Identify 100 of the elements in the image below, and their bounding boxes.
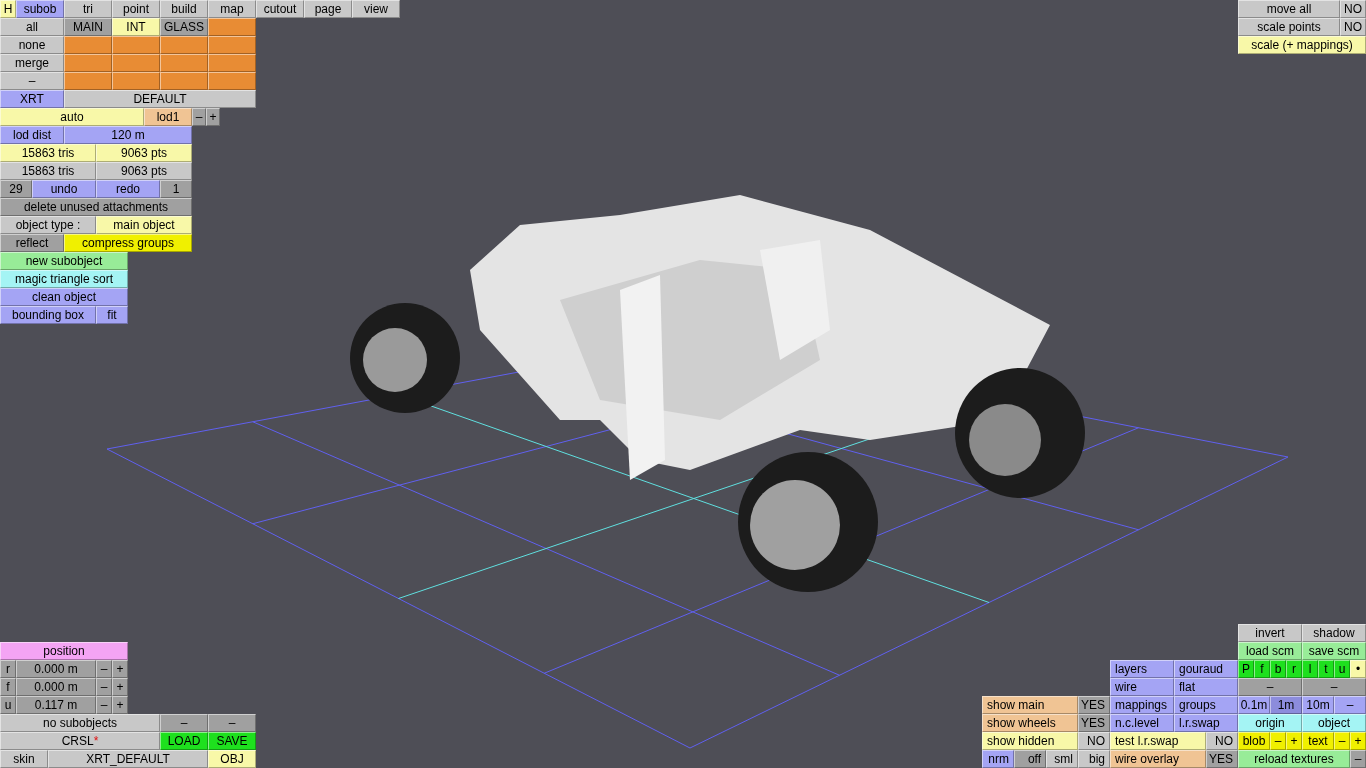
panel-button[interactable]: skin	[0, 750, 48, 768]
panel-button[interactable]: mappings	[1110, 696, 1174, 714]
panel-button[interactable]: 0.1m	[1238, 696, 1270, 714]
panel-button[interactable]: –	[160, 714, 208, 732]
group-slot[interactable]	[112, 36, 160, 54]
panel-button[interactable]: show wheels	[982, 714, 1078, 732]
panel-button[interactable]: shadow	[1302, 624, 1366, 642]
panel-button[interactable]: l.r.swap	[1174, 714, 1238, 732]
panel-button[interactable]: –	[1270, 732, 1286, 750]
panel-button[interactable]: +	[1350, 732, 1366, 750]
panel-button[interactable]: LOAD	[160, 732, 208, 750]
panel-button[interactable]: main object	[96, 216, 192, 234]
panel-button[interactable]: big	[1078, 750, 1110, 768]
panel-button[interactable]: NO	[1340, 18, 1366, 36]
panel-button[interactable]: OBJ	[208, 750, 256, 768]
panel-button[interactable]: GLASS	[160, 18, 208, 36]
group-slot[interactable]	[64, 72, 112, 90]
panel-button[interactable]: invert	[1238, 624, 1302, 642]
panel-button[interactable]: sml	[1046, 750, 1078, 768]
panel-button[interactable]: XRT	[0, 90, 64, 108]
panel-button[interactable]: –	[96, 660, 112, 678]
group-slot[interactable]	[112, 54, 160, 72]
panel-button[interactable]: all	[0, 18, 64, 36]
group-slot[interactable]	[160, 36, 208, 54]
panel-button[interactable]: –	[1334, 732, 1350, 750]
panel-button[interactable]: 29	[0, 180, 32, 198]
panel-button[interactable]: –	[1302, 678, 1366, 696]
panel-button[interactable]: CRSL*	[0, 732, 160, 750]
panel-button[interactable]: r	[0, 660, 16, 678]
panel-button[interactable]: off	[1014, 750, 1046, 768]
panel-button[interactable]: reflect	[0, 234, 64, 252]
panel-button[interactable]: groups	[1174, 696, 1238, 714]
panel-button[interactable]: redo	[96, 180, 160, 198]
panel-button[interactable]: clean object	[0, 288, 128, 306]
panel-button[interactable]: origin	[1238, 714, 1302, 732]
panel-button[interactable]: YES	[1078, 714, 1110, 732]
panel-button[interactable]: SAVE	[208, 732, 256, 750]
panel-button[interactable]: XRT_DEFAULT	[48, 750, 208, 768]
panel-button[interactable]: scale (+ mappings)	[1238, 36, 1366, 54]
group-slot[interactable]	[64, 36, 112, 54]
panel-button[interactable]: nrm	[982, 750, 1014, 768]
panel-button[interactable]: compress groups	[64, 234, 192, 252]
panel-button[interactable]: point	[112, 0, 160, 18]
panel-button[interactable]: show main	[982, 696, 1078, 714]
panel-button[interactable]: NO	[1078, 732, 1110, 750]
panel-button[interactable]: lod1	[144, 108, 192, 126]
panel-button[interactable]: f	[0, 678, 16, 696]
panel-button[interactable]: –	[208, 714, 256, 732]
panel-button[interactable]: +	[112, 696, 128, 714]
panel-button[interactable]: –	[1350, 750, 1366, 768]
panel-button[interactable]: t	[1318, 660, 1334, 678]
panel-button[interactable]: 1	[160, 180, 192, 198]
group-slot[interactable]	[160, 72, 208, 90]
panel-button[interactable]: YES	[1206, 750, 1238, 768]
panel-button[interactable]: fit	[96, 306, 128, 324]
panel-button[interactable]: no subobjects	[0, 714, 160, 732]
panel-button[interactable]: reload textures	[1238, 750, 1350, 768]
panel-button[interactable]: –	[1238, 678, 1302, 696]
panel-button[interactable]: cutout	[256, 0, 304, 18]
panel-button[interactable]: +	[206, 108, 220, 126]
panel-button[interactable]: new subobject	[0, 252, 128, 270]
panel-button[interactable]: test l.r.swap	[1110, 732, 1206, 750]
panel-button[interactable]: object type :	[0, 216, 96, 234]
panel-button[interactable]: 120 m	[64, 126, 192, 144]
panel-button[interactable]: r	[1286, 660, 1302, 678]
panel-button[interactable]: –	[96, 696, 112, 714]
panel-button[interactable]: YES	[1078, 696, 1110, 714]
panel-button[interactable]: gouraud	[1174, 660, 1238, 678]
panel-button[interactable]: n.c.level	[1110, 714, 1174, 732]
group-slot[interactable]	[208, 36, 256, 54]
group-slot[interactable]	[208, 18, 256, 36]
panel-button[interactable]: blob	[1238, 732, 1270, 750]
panel-button[interactable]: lod dist	[0, 126, 64, 144]
panel-button[interactable]: NO	[1206, 732, 1238, 750]
panel-button[interactable]: position	[0, 642, 128, 660]
panel-button[interactable]: wire overlay	[1110, 750, 1206, 768]
group-slot[interactable]	[64, 54, 112, 72]
panel-button[interactable]: 9063 pts	[96, 144, 192, 162]
panel-button[interactable]: bounding box	[0, 306, 96, 324]
panel-button[interactable]: +	[112, 678, 128, 696]
panel-button[interactable]: view	[352, 0, 400, 18]
panel-button[interactable]: –	[96, 678, 112, 696]
panel-button[interactable]: +	[1286, 732, 1302, 750]
panel-button[interactable]: MAIN	[64, 18, 112, 36]
group-slot[interactable]	[208, 72, 256, 90]
panel-button[interactable]: text	[1302, 732, 1334, 750]
panel-button[interactable]: f	[1254, 660, 1270, 678]
panel-button[interactable]: •	[1350, 660, 1366, 678]
panel-button[interactable]: +	[112, 660, 128, 678]
panel-button[interactable]: 15863 tris	[0, 162, 96, 180]
panel-button[interactable]: l	[1302, 660, 1318, 678]
panel-button[interactable]: u	[0, 696, 16, 714]
group-slot[interactable]	[112, 72, 160, 90]
panel-button[interactable]: NO	[1340, 0, 1366, 18]
panel-button[interactable]: DEFAULT	[64, 90, 256, 108]
panel-button[interactable]: page	[304, 0, 352, 18]
panel-button[interactable]: show hidden	[982, 732, 1078, 750]
panel-button[interactable]: undo	[32, 180, 96, 198]
panel-button[interactable]: wire	[1110, 678, 1174, 696]
group-slot[interactable]	[160, 54, 208, 72]
